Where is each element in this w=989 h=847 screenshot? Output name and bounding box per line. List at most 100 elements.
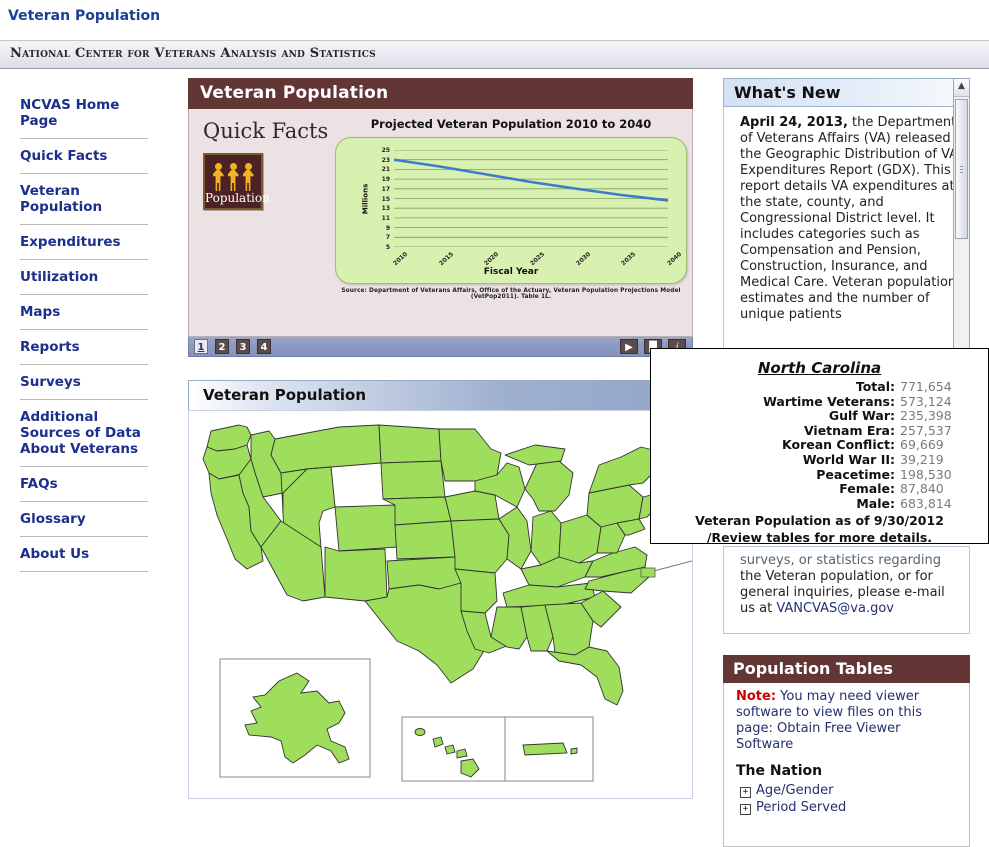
tooltip-rows: Total: 771,654 Wartime Veterans: 573,124 Gul… — [651, 379, 988, 511]
sidebar-item-surveys[interactable]: Surveys — [20, 365, 148, 400]
chart-plot: Millions 25 23 21 19 17 15 13 11 9 7 5 2010 2015 202… — [361, 148, 683, 268]
chart-y-tick: 21 — [381, 166, 390, 174]
sidebar-link[interactable]: Utilization — [20, 269, 148, 285]
sidebar-link[interactable]: Expenditures — [20, 234, 148, 250]
state-mo — [450, 518, 510, 574]
people-glyph — [209, 158, 257, 191]
chart-y-tick: 17 — [381, 185, 390, 193]
sidebar-item-faqs[interactable]: FAQs — [20, 467, 148, 502]
chart-y-tick: 23 — [381, 156, 390, 164]
sidebar-item-quick-facts[interactable]: Quick Facts — [20, 139, 148, 174]
population-icon-caption: Population — [205, 191, 270, 205]
tooltip-row: Korean Conflict: 69,669 — [651, 438, 988, 453]
population-icon[interactable]: Population — [203, 153, 270, 210]
sidebar-link[interactable]: Veteran Population — [20, 183, 148, 215]
state-in — [530, 510, 562, 566]
whats-new-date: April 24, 2013, — [740, 115, 848, 130]
contact-line-2: the Veteran population, or for — [740, 569, 933, 584]
tooltip-row-value: 87,840 — [900, 481, 944, 497]
state-oh — [558, 514, 602, 564]
state-ak — [244, 672, 350, 764]
state-mi-up — [504, 444, 566, 466]
chart-line-svg — [392, 149, 670, 248]
tooltip-row-value: 257,537 — [900, 422, 952, 438]
chart-plot-area: Millions 25 23 21 19 17 15 13 11 9 7 5 2010 2015 202… — [335, 137, 687, 284]
us-states-map[interactable] — [189, 411, 692, 798]
population-tables-module: Population Tables Note: You may need vie… — [723, 655, 970, 847]
banner-title-text: National Center for Veterans Analysis an… — [10, 46, 376, 61]
sidebar-link[interactable]: Additional Sources of Data About Veteran… — [20, 409, 148, 457]
viewer-note: Note: You may need viewer software to vi… — [736, 689, 959, 753]
scrollbar-thumb[interactable] — [955, 99, 968, 239]
tooltip-row-label: World War II: — [802, 451, 895, 467]
table-item-period-served[interactable]: + Period Served — [740, 800, 959, 816]
map-module-body — [188, 410, 693, 799]
sidebar-nav: NCVAS Home Page Quick Facts Veteran Popu… — [0, 88, 160, 572]
sidebar-link[interactable]: Glossary — [20, 511, 148, 527]
sidebar-item-reports[interactable]: Reports — [20, 330, 148, 365]
chart-y-tick: 9 — [385, 224, 390, 232]
sidebar-link[interactable]: Reports — [20, 339, 148, 355]
tooltip-row-value: 39,219 — [900, 451, 944, 467]
sidebar-link[interactable]: Quick Facts — [20, 148, 148, 164]
tooltip-footer-line-1: Veteran Population as of 9/30/2012 — [695, 513, 944, 529]
scrollbar-grip-icon — [960, 166, 963, 173]
sidebar-item-maps[interactable]: Maps — [20, 295, 148, 330]
whats-new-text: the Department of Veterans Affairs (VA) … — [740, 115, 959, 322]
contact-line-4: us at VANCVAS@va.gov — [740, 601, 959, 617]
chart-y-tick: 5 — [385, 244, 390, 251]
scroll-up-arrow-icon[interactable]: ▲ — [954, 79, 969, 97]
slide-button-3[interactable]: 3 — [236, 339, 250, 354]
tooltip-row-label: Korean Conflict: — [782, 437, 895, 453]
state-fl — [546, 646, 624, 706]
chart-x-tick: 2030 — [574, 250, 592, 268]
quick-facts-slider-nav: 1 2 3 4 ▶ ▐▌ i — [188, 337, 693, 357]
sidebar-item-expenditures[interactable]: Expenditures — [20, 225, 148, 260]
tooltip-row-value: 198,530 — [900, 466, 952, 482]
slide-button-2[interactable]: 2 — [215, 339, 229, 354]
sidebar-link[interactable]: FAQs — [20, 476, 148, 492]
expand-plus-icon[interactable]: + — [740, 787, 751, 798]
sidebar-link[interactable]: Maps — [20, 304, 148, 320]
play-icon[interactable]: ▶ — [620, 339, 638, 354]
expand-plus-icon[interactable]: + — [740, 804, 751, 815]
whats-new-scrollbar[interactable]: ▲ — [953, 78, 970, 372]
chart-source: Source: Department of Veterans Affairs, … — [341, 288, 681, 300]
slide-button-4[interactable]: 4 — [257, 339, 271, 354]
tooltip-row-label: Vietnam Era: — [803, 422, 895, 438]
state-nm — [324, 546, 388, 602]
chart-x-tick: 2015 — [437, 250, 455, 268]
quick-facts-heading: Quick Facts — [203, 119, 329, 143]
sidebar-item-ncvas-home-page[interactable]: NCVAS Home Page — [20, 88, 148, 139]
contact-email-link[interactable]: VANCVAS@va.gov — [776, 601, 894, 616]
state-ia — [444, 490, 500, 522]
the-nation-heading: The Nation — [736, 763, 823, 779]
sidebar-item-veteran-population[interactable]: Veteran Population — [20, 174, 148, 225]
state-ok — [386, 556, 462, 590]
tooltip-row-label: Wartime Veterans: — [763, 393, 895, 409]
tooltip-row-value: 573,124 — [900, 393, 952, 409]
tooltip-row-value: 69,669 — [900, 437, 944, 453]
tooltip-row-label: Total: — [855, 379, 895, 394]
chart-x-tick: 2020 — [483, 250, 501, 268]
state-mt — [270, 424, 382, 474]
state-pr — [522, 742, 578, 756]
tooltip-row-value: 683,814 — [900, 495, 952, 511]
slide-button-1[interactable]: 1 — [194, 339, 208, 354]
state-ny — [588, 446, 658, 494]
sidebar-item-additional-sources[interactable]: Additional Sources of Data About Veteran… — [20, 400, 148, 467]
site-banner: National Center for Veterans Analysis an… — [0, 40, 989, 69]
state-ks — [394, 520, 456, 560]
tooltip-row-value: 771,654 — [900, 379, 952, 394]
sidebar-link[interactable]: About Us — [20, 546, 148, 562]
sidebar-item-about-us[interactable]: About Us — [20, 537, 148, 572]
chart-xlabel: Fiscal Year — [483, 267, 539, 277]
sidebar-item-glossary[interactable]: Glossary — [20, 502, 148, 537]
tooltip-row: Vietnam Era: 257,537 — [651, 422, 988, 439]
sidebar-link[interactable]: Surveys — [20, 374, 148, 390]
state-co — [334, 504, 398, 552]
chart-y-tick: 15 — [381, 195, 390, 203]
sidebar-link[interactable]: NCVAS Home Page — [20, 97, 148, 129]
sidebar-item-utilization[interactable]: Utilization — [20, 260, 148, 295]
table-item-age-gender[interactable]: + Age/Gender — [740, 783, 959, 799]
